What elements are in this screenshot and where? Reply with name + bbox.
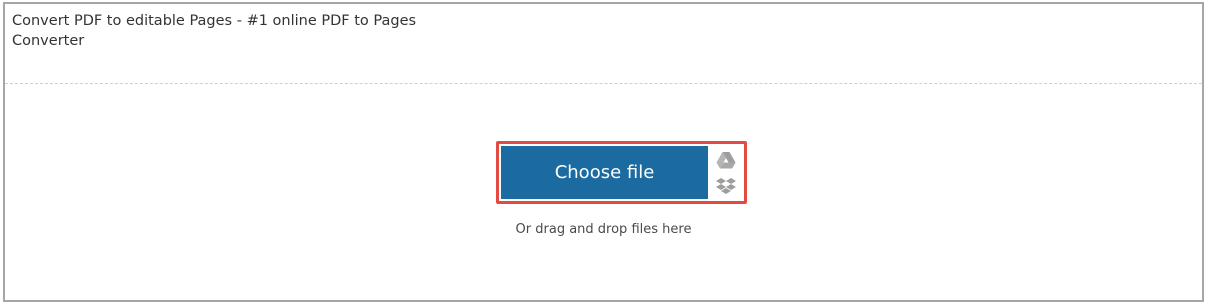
dropbox-button[interactable] bbox=[708, 173, 744, 199]
dropbox-icon bbox=[716, 178, 736, 194]
google-drive-icon bbox=[716, 152, 736, 169]
cloud-source-buttons bbox=[708, 146, 744, 199]
choose-file-button[interactable]: Choose file bbox=[501, 146, 708, 199]
google-drive-button[interactable] bbox=[708, 147, 744, 173]
converter-panel: Convert PDF to editable Pages - #1 onlin… bbox=[3, 2, 1204, 302]
drag-drop-hint: Or drag and drop files here bbox=[515, 222, 692, 237]
panel-header: Convert PDF to editable Pages - #1 onlin… bbox=[5, 4, 1202, 84]
page-title: Convert PDF to editable Pages - #1 onlin… bbox=[12, 13, 417, 49]
upload-widget: Choose file bbox=[496, 141, 747, 204]
